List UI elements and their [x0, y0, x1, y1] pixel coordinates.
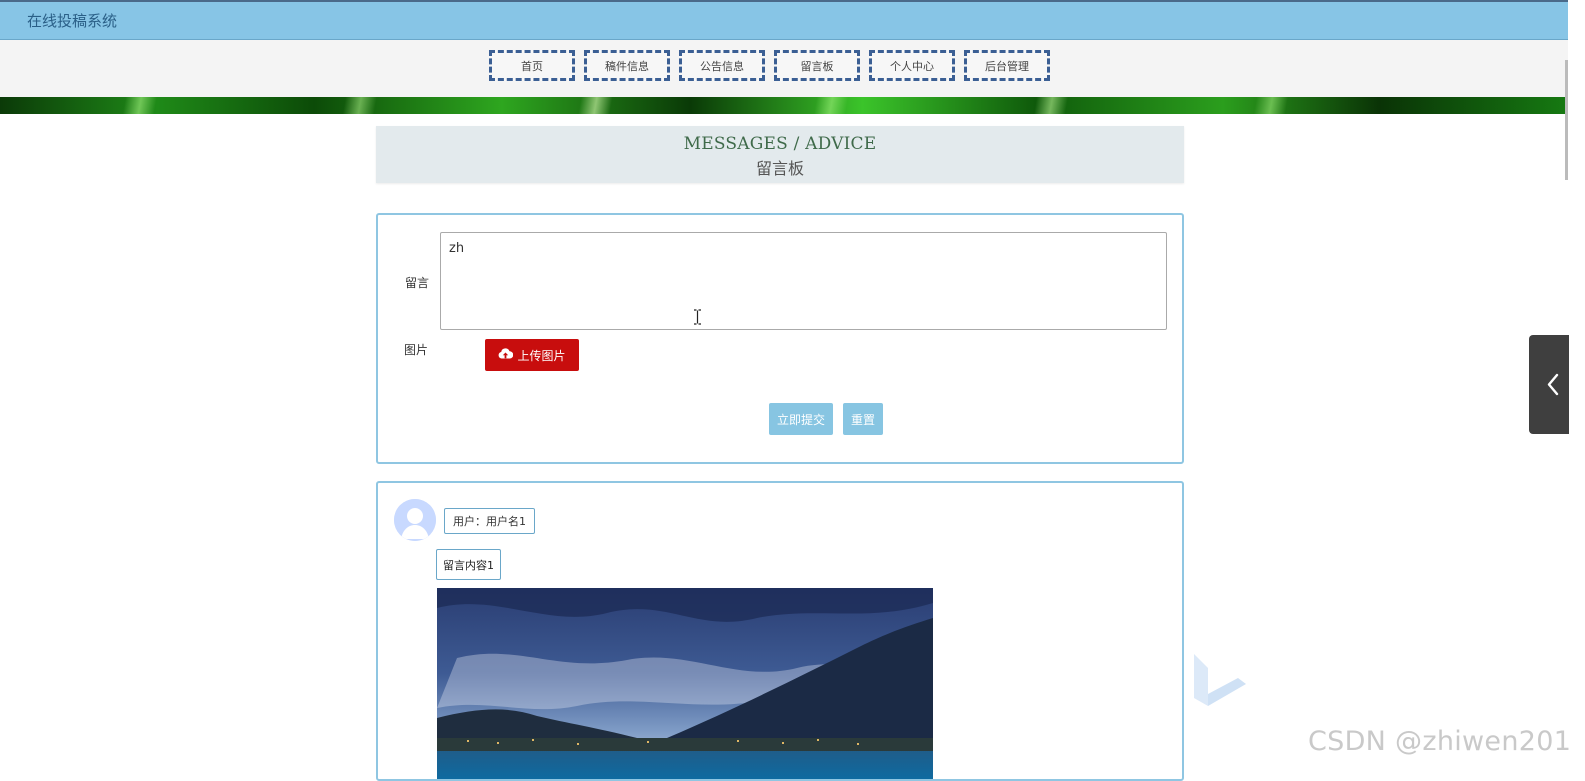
nav-item-personal-center[interactable]: 个人中心 [869, 50, 955, 81]
nav-item-home[interactable]: 首页 [489, 50, 575, 81]
message-textarea[interactable]: zh [440, 232, 1167, 330]
message-list: 用户：用户名1 留言内容1 [376, 481, 1184, 781]
section-heading-en: MESSAGES / ADVICE [683, 134, 877, 154]
chevron-left-icon [1547, 373, 1559, 396]
default-avatar-icon [394, 499, 436, 541]
text-cursor-icon [694, 309, 701, 325]
cloud-upload-icon [498, 347, 514, 363]
faded-logo-icon [1194, 654, 1246, 706]
section-heading: MESSAGES / ADVICE 留言板 [376, 126, 1184, 183]
nav-list: 首页 稿件信息 公告信息 留言板 个人中心 后台管理 [489, 50, 1050, 81]
message-label: 留言 [405, 276, 430, 290]
main-navigation: 首页 稿件信息 公告信息 留言板 个人中心 后台管理 [0, 40, 1568, 97]
message-content: 留言内容1 [436, 549, 501, 580]
message-image [437, 588, 933, 779]
header-banner-image [0, 97, 1568, 114]
message-form: 留言 zh 图片 上传图片 立即提交 重置 [376, 213, 1184, 464]
upload-image-button[interactable]: 上传图片 [485, 339, 579, 371]
site-title[interactable]: 在线投稿系统 [27, 10, 117, 31]
nav-item-announcements[interactable]: 公告信息 [679, 50, 765, 81]
submit-button[interactable]: 立即提交 [769, 403, 833, 435]
nav-item-manuscripts[interactable]: 稿件信息 [584, 50, 670, 81]
message-user: 用户：用户名1 [444, 508, 535, 534]
page-scrollbar[interactable] [1565, 60, 1568, 180]
nav-item-message-board[interactable]: 留言板 [774, 50, 860, 81]
image-label: 图片 [404, 343, 429, 357]
lake-landscape-photo [437, 588, 933, 779]
upload-image-label: 上传图片 [517, 348, 566, 363]
side-toggle-tab[interactable] [1529, 335, 1569, 434]
user-avatar [394, 499, 436, 541]
top-header-bar: 在线投稿系统 [0, 0, 1568, 40]
reset-button[interactable]: 重置 [843, 403, 883, 435]
section-heading-zh: 留言板 [755, 159, 804, 178]
nav-item-admin[interactable]: 后台管理 [964, 50, 1050, 81]
watermark-text: CSDN @zhiwen201 [1308, 726, 1572, 757]
